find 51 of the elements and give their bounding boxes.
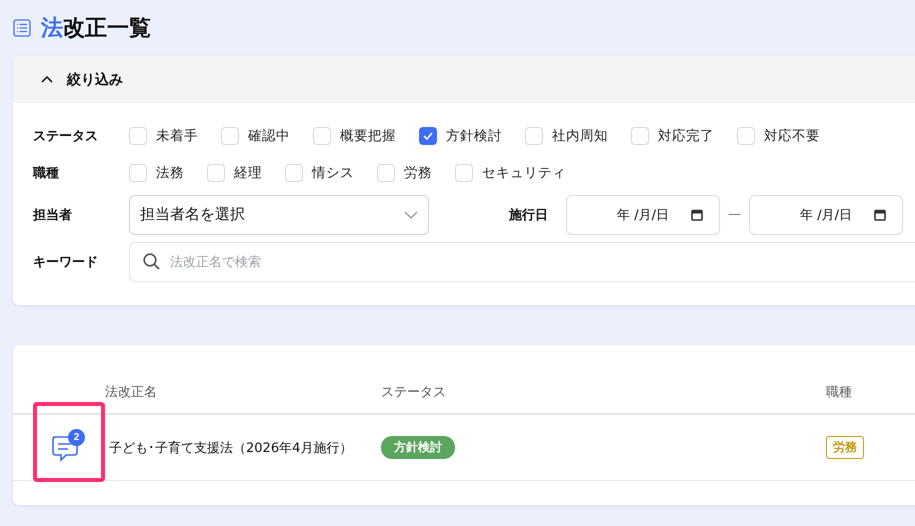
assignee-select[interactable]: 担当者名を選択: [129, 194, 429, 234]
filter-label: キーワード: [33, 254, 99, 270]
checkbox[interactable]: 労務: [377, 164, 432, 182]
chevron-icon: [41, 75, 53, 84]
checkbox[interactable]: セキュリティ: [455, 164, 566, 182]
check-icon: [423, 132, 433, 140]
comment-button[interactable]: 2: [49, 430, 83, 464]
checkbox-label: 対応完了: [658, 126, 714, 144]
checkbox-label: 情シス: [312, 164, 354, 182]
column-header: 職種: [826, 384, 852, 401]
filter-label: 施行日: [509, 206, 548, 224]
checkbox[interactable]: 概要把握: [313, 126, 396, 144]
checkbox[interactable]: 方針検討: [419, 126, 502, 144]
date-field[interactable]: 年 /月/日: [566, 194, 720, 234]
status-tag: 方針検討: [381, 436, 455, 459]
filter-label: 職種: [33, 164, 60, 182]
checkbox-label: 法務: [156, 164, 184, 182]
calendar-icon[interactable]: [691, 208, 703, 220]
law-name[interactable]: 子ども･子育て支援法（2026年4月施行）: [105, 438, 352, 456]
filter-label: ステータス: [33, 128, 99, 144]
checkbox-label: 概要把握: [340, 126, 396, 144]
checkbox-label: 労務: [404, 164, 432, 182]
checkbox-label: セキュリティ: [482, 164, 566, 182]
job-tag: 労務: [826, 436, 864, 459]
checkbox-label: 確認中: [248, 126, 290, 144]
checkbox-label: 対応不要: [764, 126, 820, 144]
checkbox[interactable]: 社内周知: [525, 126, 608, 144]
column-header: 法改正名: [105, 384, 157, 401]
dropdown-icon: [404, 210, 418, 218]
page-title: 法改正一覧: [41, 15, 151, 43]
checkbox[interactable]: 法務: [129, 164, 184, 182]
filter-toggle[interactable]: 絞り込み: [13, 56, 915, 103]
range-dash: —: [728, 207, 741, 222]
checkbox[interactable]: 対応完了: [631, 126, 714, 144]
checkbox-label: 経理: [234, 164, 262, 182]
search-icon: [143, 253, 160, 270]
comment-count-badge: 2: [68, 428, 85, 446]
list-icon: [13, 19, 31, 37]
checkbox[interactable]: 確認中: [221, 126, 290, 144]
checkbox-label: 未着手: [156, 126, 198, 144]
checkbox-box[interactable]: [419, 126, 437, 144]
checkbox-label: 方針検討: [446, 126, 502, 144]
checkbox[interactable]: 経理: [207, 164, 262, 182]
checkbox[interactable]: 未着手: [129, 126, 198, 144]
checkbox[interactable]: 対応不要: [737, 126, 820, 144]
date-field[interactable]: 年 /月/日: [749, 194, 903, 234]
filter-label: 担当者: [33, 206, 73, 224]
checkbox[interactable]: 情シス: [285, 164, 354, 182]
column-header: ステータス: [381, 384, 446, 401]
calendar-icon[interactable]: [874, 208, 886, 220]
checkbox-label: 社内周知: [552, 126, 608, 144]
